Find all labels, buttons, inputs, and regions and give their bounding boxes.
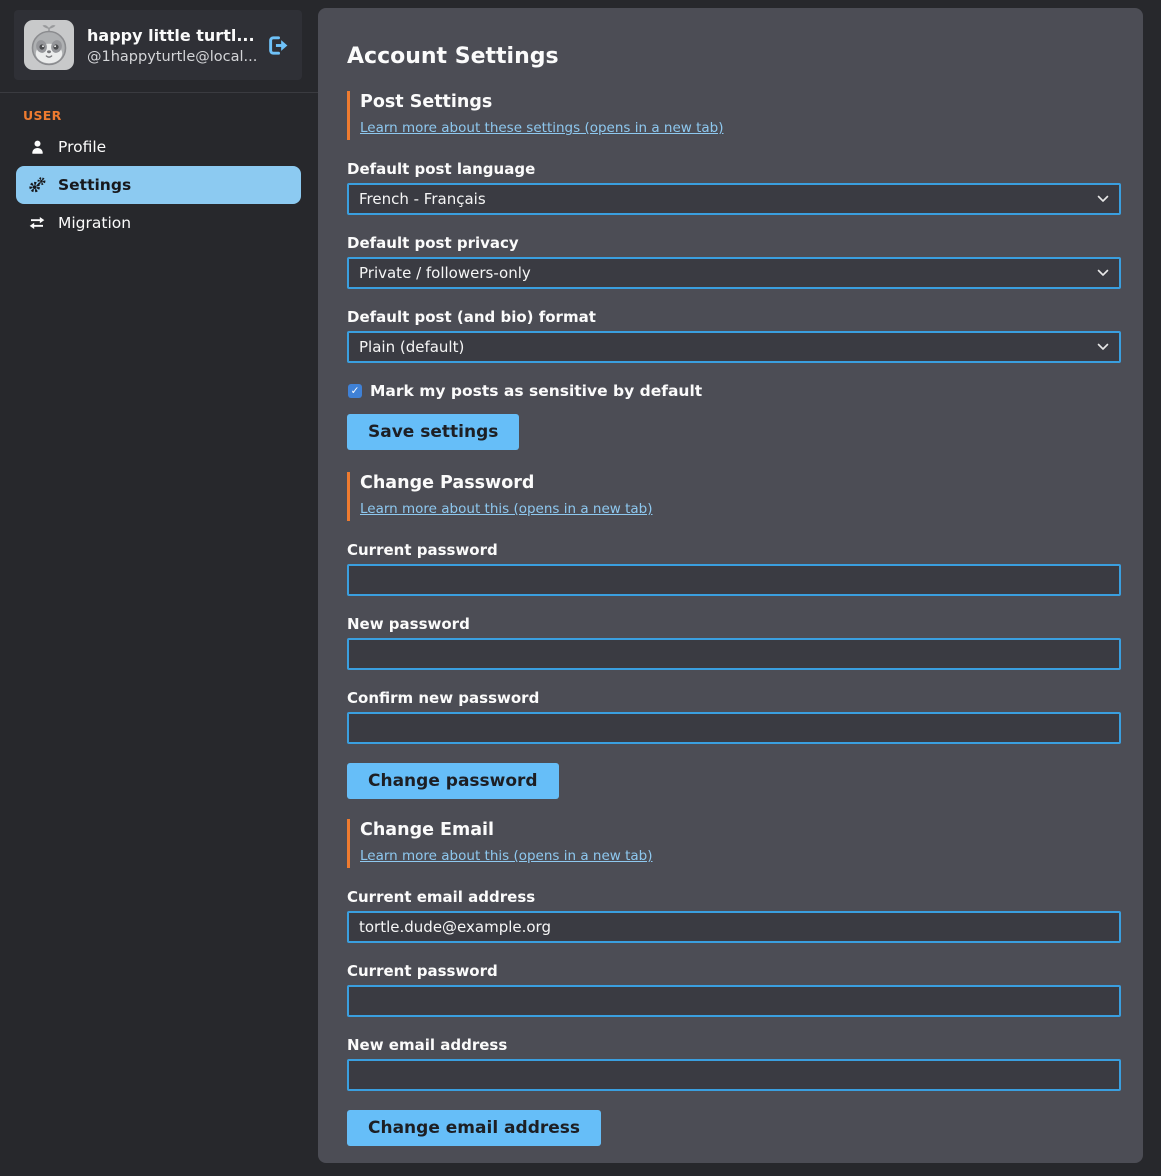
sidebar-section-user-label: USER [23, 108, 318, 123]
change-email-header: Change Email Learn more about this (open… [347, 819, 1121, 868]
change-email-section: Change Email Learn more about this (open… [347, 819, 1121, 1146]
default-post-format-field: Default post (and bio) format Plain (def… [347, 308, 1121, 363]
sidebar: happy little turtl... @1happyturtle@loca… [0, 0, 318, 1176]
current-password-field: Current password [347, 541, 1121, 596]
current-email-input[interactable] [347, 911, 1121, 943]
field-label: New password [347, 615, 1121, 633]
section-title: Post Settings [360, 92, 1121, 112]
sidebar-item-label: Profile [58, 138, 106, 156]
sidebar-item-label: Migration [58, 214, 131, 232]
sidebar-divider [0, 92, 318, 93]
default-post-language-field: Default post language French - Français [347, 160, 1121, 215]
new-password-input[interactable] [347, 638, 1121, 670]
learn-more-link[interactable]: Learn more about these settings (opens i… [360, 120, 723, 136]
field-label: Default post (and bio) format [347, 308, 1121, 326]
sidebar-item-label: Settings [58, 176, 131, 194]
avatar [24, 20, 74, 70]
change-password-header: Change Password Learn more about this (o… [347, 472, 1121, 521]
confirm-new-password-input[interactable] [347, 712, 1121, 744]
sidebar-item-profile[interactable]: Profile [16, 130, 301, 164]
change-password-section: Change Password Learn more about this (o… [347, 472, 1121, 819]
account-settings-panel: Account Settings Post Settings Learn mor… [318, 8, 1143, 1163]
user-card: happy little turtl... @1happyturtle@loca… [14, 10, 302, 80]
save-settings-button[interactable]: Save settings [347, 414, 519, 450]
confirm-new-password-field: Confirm new password [347, 689, 1121, 744]
user-display-name: happy little turtl... [87, 26, 252, 45]
gears-icon [28, 176, 46, 194]
current-password-input[interactable] [347, 564, 1121, 596]
learn-more-link[interactable]: Learn more about this (opens in a new ta… [360, 848, 653, 864]
change-email-address-button[interactable]: Change email address [347, 1110, 601, 1146]
current-email-field: Current email address [347, 888, 1121, 943]
learn-more-link[interactable]: Learn more about this (opens in a new ta… [360, 501, 653, 517]
email-current-password-input[interactable] [347, 985, 1121, 1017]
post-settings-header: Post Settings Learn more about these set… [347, 91, 1121, 140]
section-title: Change Email [360, 820, 1121, 840]
field-label: Default post privacy [347, 234, 1121, 252]
person-icon [28, 139, 46, 155]
sensitive-default-checkbox[interactable]: ✓ [348, 384, 362, 398]
new-email-input[interactable] [347, 1059, 1121, 1091]
section-title: Change Password [360, 473, 1121, 493]
field-label: Confirm new password [347, 689, 1121, 707]
checkbox-label: Mark my posts as sensitive by default [370, 382, 702, 400]
new-email-field: New email address [347, 1036, 1121, 1091]
post-settings-section: Post Settings Learn more about these set… [347, 91, 1121, 472]
transfer-arrows-icon [28, 214, 46, 232]
change-password-button[interactable]: Change password [347, 763, 559, 799]
sidebar-item-migration[interactable]: Migration [16, 206, 301, 240]
user-info: happy little turtl... @1happyturtle@loca… [87, 26, 252, 65]
default-post-privacy-field: Default post privacy Private / followers… [347, 234, 1121, 289]
field-label: Current email address [347, 888, 1121, 906]
email-current-password-field: Current password [347, 962, 1121, 1017]
default-post-language-select[interactable]: French - Français [347, 183, 1121, 215]
user-handle: @1happyturtle@local... [87, 49, 252, 65]
field-label: New email address [347, 1036, 1121, 1054]
sidebar-nav: Profile Settings [0, 130, 318, 240]
sidebar-item-settings[interactable]: Settings [16, 166, 301, 204]
field-label: Current password [347, 541, 1121, 559]
logout-icon[interactable] [265, 33, 292, 58]
field-label: Current password [347, 962, 1121, 980]
sloth-avatar-image [24, 20, 74, 70]
default-post-format-select[interactable]: Plain (default) [347, 331, 1121, 363]
check-icon: ✓ [351, 386, 360, 397]
page-title: Account Settings [347, 44, 1121, 69]
sensitive-default-row: ✓ Mark my posts as sensitive by default [348, 382, 1121, 400]
new-password-field: New password [347, 615, 1121, 670]
field-label: Default post language [347, 160, 1121, 178]
default-post-privacy-select[interactable]: Private / followers-only [347, 257, 1121, 289]
